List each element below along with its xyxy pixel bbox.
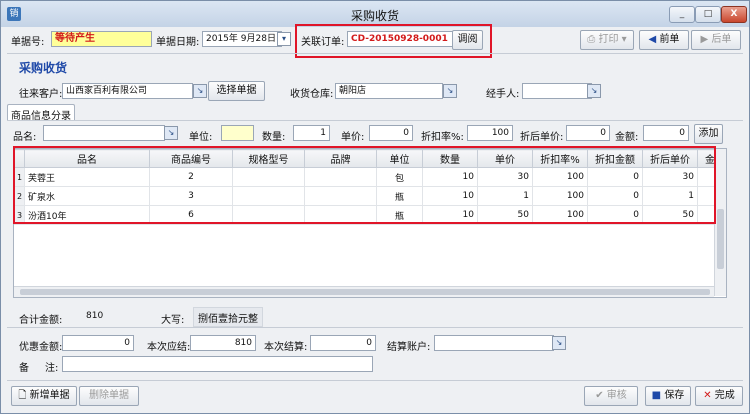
printer-icon: ⎙ bbox=[587, 34, 596, 45]
delete-doc-button[interactable]: 删除单据 bbox=[79, 386, 139, 406]
product-picker-icon[interactable]: ↘ bbox=[164, 126, 178, 140]
highlight-table-box bbox=[13, 146, 716, 224]
price-field[interactable]: 0 bbox=[369, 125, 413, 141]
price-label: 单价: bbox=[341, 132, 365, 143]
print-label: 打印 bbox=[598, 34, 619, 45]
discount-label: 折扣率%: bbox=[421, 132, 464, 143]
prev-label: 前单 bbox=[659, 34, 680, 45]
save-button[interactable]: ■ 保存 bbox=[645, 386, 691, 406]
doc-date-field[interactable]: 2015年 9月28日 bbox=[202, 31, 282, 47]
account-label: 结算账户: bbox=[387, 342, 431, 353]
qty-label: 数量: bbox=[262, 132, 286, 143]
section-title: 采购收货 bbox=[19, 61, 68, 75]
discount-field[interactable]: 100 bbox=[467, 125, 513, 141]
done-button[interactable]: ✕ 完成 bbox=[695, 386, 743, 406]
audit-label: 审核 bbox=[606, 390, 627, 401]
close-button[interactable]: X bbox=[721, 6, 747, 23]
x-icon: ✕ bbox=[703, 390, 712, 401]
doc-date-label: 单据日期: bbox=[156, 37, 200, 48]
next-label: 后单 bbox=[711, 34, 732, 45]
tab-divider bbox=[7, 120, 743, 121]
minimize-button[interactable]: _ bbox=[669, 6, 695, 23]
sum-value: 810 bbox=[86, 311, 104, 321]
remark-label-a: 备 bbox=[19, 363, 29, 374]
customer-label: 往来客户: bbox=[19, 89, 63, 100]
warehouse-field[interactable]: 朝阳店 bbox=[335, 83, 443, 99]
amount-label: 金额: bbox=[615, 132, 639, 143]
name-label: 品名: bbox=[13, 132, 37, 143]
customer-field[interactable]: 山西家百利有限公司 bbox=[62, 83, 193, 99]
discount-amount-field[interactable]: 0 bbox=[62, 335, 134, 351]
after-price-field[interactable]: 0 bbox=[566, 125, 610, 141]
new-doc-label: 新增单据 bbox=[29, 390, 70, 401]
horizontal-scroll-thumb[interactable] bbox=[20, 289, 710, 295]
next-doc-button[interactable]: ▶ 后单 bbox=[691, 30, 741, 50]
settle-field[interactable]: 0 bbox=[310, 335, 376, 351]
arrow-right-icon: ▶ bbox=[700, 34, 709, 45]
remark-label-b: 注: bbox=[45, 363, 59, 374]
qty-field[interactable]: 1 bbox=[293, 125, 330, 141]
product-name-field[interactable] bbox=[43, 125, 165, 141]
tab-goods-info[interactable]: 商品信息分录 bbox=[7, 104, 75, 122]
new-doc-button[interactable]: 🗋 新增单据 bbox=[11, 386, 77, 406]
account-field[interactable] bbox=[434, 335, 554, 351]
vertical-scroll-thumb[interactable] bbox=[717, 209, 724, 269]
horizontal-scrollbar[interactable] bbox=[14, 286, 714, 297]
handler-field[interactable] bbox=[522, 83, 592, 99]
footer-divider bbox=[7, 380, 743, 381]
settle-label: 本次结算: bbox=[264, 342, 308, 353]
remark-field[interactable] bbox=[62, 356, 373, 372]
caps-value: 捌佰壹拾元整 bbox=[193, 307, 263, 327]
maximize-button[interactable]: □ bbox=[695, 6, 721, 23]
check-icon: ✔ bbox=[595, 390, 604, 401]
save-label: 保存 bbox=[664, 390, 685, 401]
handler-label: 经手人: bbox=[486, 89, 520, 100]
divider bbox=[7, 53, 743, 54]
after-price-label: 折后单价: bbox=[520, 132, 564, 143]
view-order-button[interactable]: 调阅 bbox=[452, 30, 483, 50]
due-field[interactable]: 810 bbox=[190, 335, 256, 351]
totals-divider bbox=[7, 327, 743, 328]
order-label: 关联订单: bbox=[301, 37, 345, 48]
calendar-icon[interactable]: ▾ bbox=[277, 32, 291, 46]
customer-picker-icon[interactable]: ↘ bbox=[193, 84, 207, 98]
done-label: 完成 bbox=[714, 390, 735, 401]
doc-no-field[interactable]: 等待产生 bbox=[51, 31, 152, 47]
print-button[interactable]: ⎙ 打印 ▾ bbox=[580, 30, 634, 50]
window-title: 采购收货 bbox=[350, 9, 399, 23]
unit-field[interactable] bbox=[221, 125, 254, 141]
purchase-receipt-window: 销 采购收货 _ □ X 单据号: 等待产生 单据日期: 2015年 9月28日… bbox=[0, 0, 750, 414]
caps-label: 大写: bbox=[161, 315, 185, 326]
audit-button[interactable]: ✔ 审核 bbox=[584, 386, 638, 406]
amount-field[interactable]: 0 bbox=[643, 125, 689, 141]
linked-order-field[interactable]: CD-20150928-0001 bbox=[347, 31, 453, 47]
warehouse-label: 收货仓库: bbox=[290, 89, 334, 100]
save-icon: ■ bbox=[651, 390, 662, 401]
warehouse-picker-icon[interactable]: ↘ bbox=[443, 84, 457, 98]
discount-amount-label: 优惠金额: bbox=[19, 342, 63, 353]
arrow-left-icon: ◀ bbox=[648, 34, 657, 45]
select-doc-button[interactable]: 选择单据 bbox=[208, 81, 265, 101]
prev-doc-button[interactable]: ◀ 前单 bbox=[639, 30, 689, 50]
add-button[interactable]: 添加 bbox=[694, 124, 723, 144]
unit-label: 单位: bbox=[189, 132, 213, 143]
handler-picker-icon[interactable]: ↘ bbox=[587, 84, 601, 98]
new-doc-icon: 🗋 bbox=[18, 390, 27, 401]
due-label: 本次应结: bbox=[147, 342, 191, 353]
account-picker-icon[interactable]: ↘ bbox=[552, 336, 566, 350]
sum-label: 合计金额: bbox=[19, 315, 63, 326]
doc-no-label: 单据号: bbox=[11, 37, 45, 48]
